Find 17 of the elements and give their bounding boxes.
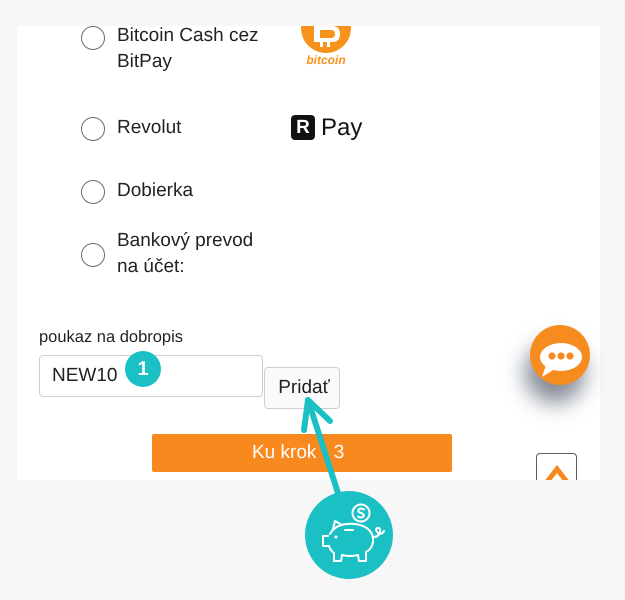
- chevron-up-icon: [545, 465, 569, 480]
- add-button[interactable]: Pridať: [264, 367, 340, 409]
- logo-mark: R: [291, 115, 315, 140]
- chat-bubble-icon: [540, 343, 582, 377]
- piggy-bank-icon: [305, 491, 393, 579]
- radio-button[interactable]: [81, 180, 105, 204]
- logo-wordmark: bitcoin: [306, 53, 346, 67]
- payment-label: Revolut: [117, 116, 182, 140]
- logo-wordmark: Pay: [321, 114, 362, 142]
- payment-label: Dobierka: [117, 178, 194, 202]
- payment-label: Bankový prevod na účet:: [117, 228, 254, 278]
- radio-button[interactable]: [81, 117, 105, 141]
- payment-label: Bitcoin Cash cez BitPay: [117, 26, 260, 74]
- radio-button[interactable]: [81, 243, 105, 267]
- field-label: poukaz na dobropis: [39, 328, 184, 346]
- scroll-top-button[interactable]: [536, 453, 577, 480]
- radio-button[interactable]: [81, 26, 105, 50]
